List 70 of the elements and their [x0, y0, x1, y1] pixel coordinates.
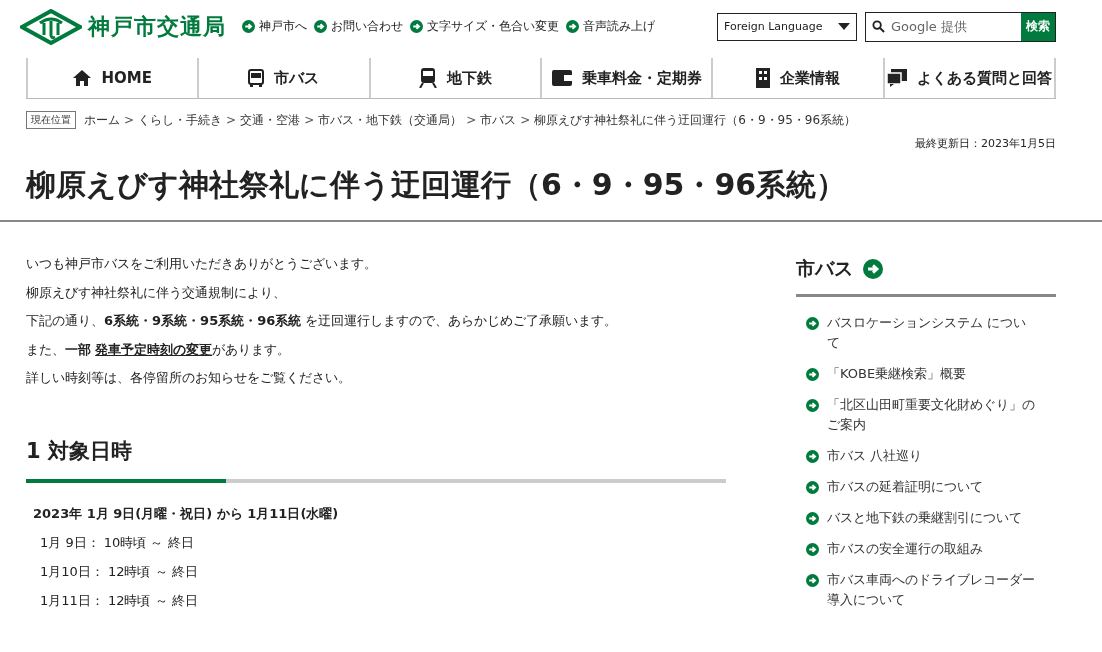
breadcrumb-link[interactable]: 交通・空港 — [240, 111, 301, 129]
search-icon — [872, 20, 885, 33]
breadcrumb-link[interactable]: 市バス — [480, 111, 517, 129]
sidebar-link[interactable]: 市バス車両へのドライブレコーダー導入について — [827, 570, 1038, 610]
nav-tab[interactable]: 企業情報 — [711, 58, 883, 98]
arrow-circle-icon — [806, 399, 819, 412]
arrow-circle-icon — [314, 20, 327, 33]
breadcrumb-separator: > — [466, 113, 477, 127]
arrow-circle-icon — [806, 317, 819, 330]
caret-icon — [838, 23, 850, 30]
nav-tab[interactable]: 乗車料金・定期券 — [540, 58, 712, 98]
schedule-row-text: 1月 9日： 10時頃 ～ 終日 — [40, 533, 195, 552]
arrow-circle-icon — [806, 543, 819, 556]
utility-link[interactable]: 音声読み上げ — [566, 18, 655, 35]
building-icon — [755, 68, 770, 88]
sidebar-link[interactable]: 市バスの延着証明について — [827, 477, 983, 497]
language-select[interactable]: Foreign Language — [717, 12, 857, 41]
arrow-circle-icon — [806, 574, 819, 587]
period-text: 2023年 1月 9日(月曜・祝日) から 1月11日(水曜) — [33, 504, 340, 523]
utility-link[interactable]: お問い合わせ — [314, 18, 403, 35]
emblem-icon — [20, 8, 82, 45]
nav-tab[interactable]: 市バス — [197, 58, 369, 98]
section-heading: 1 対象日時 — [26, 437, 133, 465]
wallet-icon — [551, 70, 572, 86]
breadcrumb-link[interactable]: ホーム — [84, 111, 120, 129]
chat-icon — [886, 69, 907, 87]
sidebar-link[interactable]: バスと地下鉄の乗継割引について — [827, 508, 1022, 528]
sidebar-link[interactable]: 市バス 八社巡り — [827, 446, 923, 466]
sidebar-link[interactable]: バスロケーションシステム について — [827, 313, 1038, 353]
logo[interactable]: 神戸市交通局 — [20, 8, 226, 45]
intro-paragraph: 柳原えびす神社祭礼に伴う交通規制により、 — [26, 283, 287, 302]
bus-icon — [248, 69, 265, 87]
nav-tab[interactable]: よくある質問と回答 — [882, 58, 1056, 98]
inline-link[interactable]: 発車予定時刻の変更 — [95, 341, 213, 357]
sidebar-title: 市バス — [796, 256, 853, 281]
arrow-circle-icon — [410, 20, 423, 33]
page-title: 柳原えびす神社祭礼に伴う迂回運行（6・9・95・96系統） — [26, 166, 848, 204]
schedule-row-text: 1月10日： 12時頃 ～ 終日 — [40, 562, 199, 581]
breadcrumb-link[interactable]: くらし・手続き — [138, 111, 223, 129]
intro-paragraph: 下記の通り、6系統・9系統・95系統・96系統 を迂回運行しますので、あらかじめご了承願います。 — [26, 312, 619, 330]
arrow-circle-icon — [242, 20, 255, 33]
location-label: 現在位置 — [26, 111, 76, 129]
nav-tab[interactable]: HOME — [26, 58, 198, 98]
breadcrumb-current: 柳原えびす神社祭礼に伴う迂回運行（6・9・95・96系統） — [534, 111, 857, 129]
search-field[interactable]: Google 提供 検索 — [865, 11, 1056, 42]
last-updated: 最終更新日：2023年1月5日 — [914, 136, 1056, 151]
utility-link[interactable]: 神戸市へ — [242, 18, 307, 35]
breadcrumb-link[interactable]: 市バス・地下鉄（交通局） — [318, 111, 463, 129]
breadcrumb-separator: > — [520, 113, 531, 127]
arrow-circle-icon — [566, 20, 579, 33]
home-icon — [73, 70, 92, 86]
intro-paragraph: 詳しい時刻等は、各停留所のお知らせをご覧ください。 — [26, 369, 352, 387]
nav-tab[interactable]: 地下鉄 — [368, 58, 540, 98]
breadcrumb-separator: > — [124, 113, 135, 127]
intro-paragraph: また、一部 発車予定時刻の変更があります。 — [26, 340, 292, 359]
arrow-circle-icon — [806, 368, 819, 381]
schedule-row-text: 1月11日： 12時頃 ～ 終日 — [40, 591, 199, 610]
search-button[interactable]: 検索 — [1021, 12, 1055, 41]
train-icon — [418, 68, 437, 88]
intro-paragraph: いつも神戸市バスをご利用いただきありがとうございます。 — [26, 255, 378, 273]
arrow-circle-icon[interactable] — [863, 259, 883, 279]
sidebar-link[interactable]: 市バスの安全運行の取組み — [827, 539, 983, 559]
arrow-circle-icon — [806, 512, 819, 525]
breadcrumb-separator: > — [304, 113, 315, 127]
sidebar-link[interactable]: 「北区山田町重要文化財めぐり」のご案内 — [827, 395, 1038, 435]
breadcrumb-separator: > — [226, 113, 237, 127]
sidebar-link[interactable]: 「KOBE乗継検索」概要 — [827, 364, 967, 384]
arrow-circle-icon — [806, 481, 819, 494]
utility-link[interactable]: 文字サイズ・色合い変更 — [410, 18, 559, 35]
arrow-circle-icon — [806, 450, 819, 463]
